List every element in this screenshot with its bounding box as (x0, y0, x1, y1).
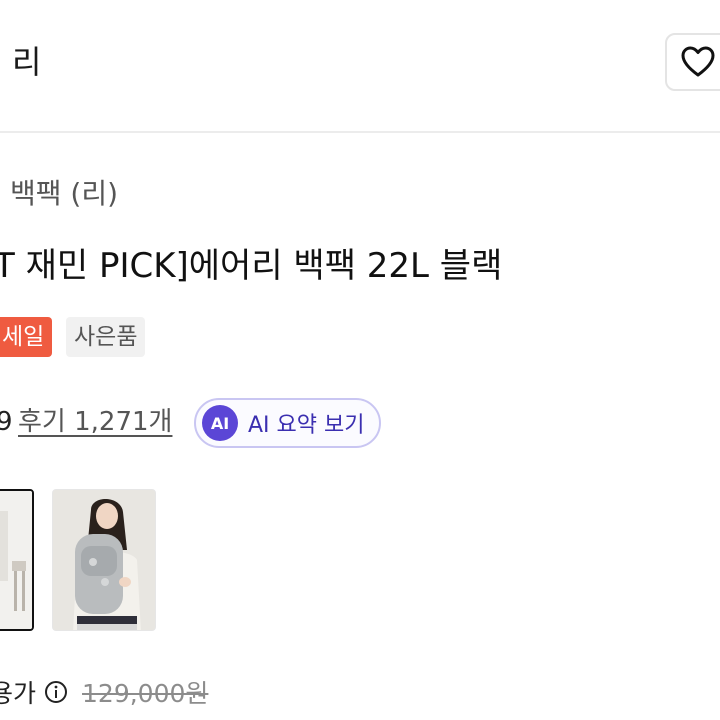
heart-icon (681, 46, 715, 78)
brand-name[interactable]: 리 (12, 42, 41, 82)
product-thumbnail-model[interactable] (52, 489, 156, 631)
product-detail-page: 리 백팩 (리) T 재민 PICK]에어리 백팩 22L 블랙 세일 사은품 … (0, 0, 720, 720)
category-breadcrumb[interactable]: 백팩 (리) (10, 176, 118, 212)
ai-badge-icon: AI (202, 405, 238, 441)
ai-summary-label: AI 요약 보기 (248, 413, 365, 438)
ai-summary-button[interactable]: AI AI 요약 보기 (194, 398, 381, 448)
product-thumbnail-selected[interactable] (0, 489, 34, 631)
product-title: T 재민 PICK]에어리 백팩 22L 블랙 (0, 246, 503, 286)
sale-badge: 세일 (0, 317, 53, 357)
rating-value: 9 (0, 407, 13, 437)
review-count-link[interactable]: 후기 1,271개 (18, 404, 172, 440)
header-divider (0, 131, 720, 133)
price-label: 용가 (0, 679, 37, 708)
price-row: 용가 129,000원 (0, 674, 208, 710)
wishlist-button[interactable] (665, 33, 720, 91)
info-icon[interactable] (44, 680, 68, 704)
gift-badge: 사은품 (66, 317, 146, 357)
original-price: 129,000원 (82, 679, 209, 708)
